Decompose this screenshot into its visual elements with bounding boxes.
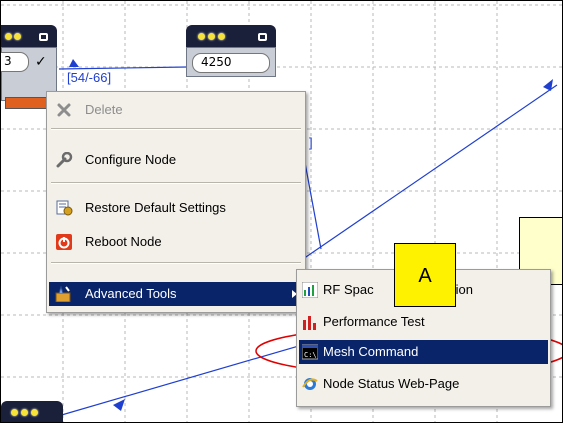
node-right[interactable]: 4250 <box>186 25 276 77</box>
menu-item-label: Restore Default Settings <box>85 200 226 215</box>
status-led-icon <box>5 33 12 40</box>
link-label-left: [54/-66] <box>67 70 112 85</box>
menu-item-label: Mesh Command <box>323 344 419 359</box>
menu-item-label: Node Status Web-Page <box>323 376 460 391</box>
node-context-menu: Delete Configure Node Restore Default Se… <box>46 91 306 313</box>
network-map-canvas[interactable]: 3 ✓ 4250 [54/-66] ] Delete Configure Nod… <box>0 0 563 423</box>
status-led-icon <box>208 33 215 40</box>
rf-chart-icon <box>302 282 318 298</box>
menu-separator <box>51 262 301 264</box>
node-left-status-strip <box>5 97 51 109</box>
ie-browser-icon <box>302 378 318 390</box>
menu-item-label: Advanced Tools <box>85 286 177 301</box>
status-led-icon <box>198 33 205 40</box>
menu-separator <box>51 182 301 184</box>
delete-x-icon <box>57 103 71 117</box>
submenu-item-mesh-command[interactable]: C:\ Mesh Command <box>299 340 548 364</box>
submenu-item-node-status-web-page[interactable]: Node Status Web-Page <box>299 372 548 396</box>
submenu-item-performance-test[interactable]: Performance Test <box>299 310 548 334</box>
node-left-header <box>1 25 57 47</box>
node-left-field[interactable]: 3 <box>1 52 29 72</box>
node-right-header <box>186 25 276 47</box>
menu-item-label: Delete <box>85 102 123 117</box>
menu-item-label: Performance Test <box>323 314 425 329</box>
performance-bars-icon <box>303 316 316 330</box>
wrench-icon <box>56 152 73 168</box>
menu-item-label: Configure Node <box>85 152 177 167</box>
callout-label-a: A <box>394 243 456 307</box>
menu-item-label: RF Spac <box>323 282 374 297</box>
status-led-icon <box>31 409 38 416</box>
status-led-icon <box>14 33 21 40</box>
node-bottom-left[interactable] <box>1 401 63 422</box>
check-icon: ✓ <box>35 54 47 70</box>
status-led-icon <box>11 409 18 416</box>
command-prompt-icon: C:\ <box>302 344 318 360</box>
menu-separator <box>51 128 301 130</box>
link-arrow-bottom <box>113 399 125 411</box>
link-arrow-left <box>69 59 79 67</box>
node-right-field[interactable]: 4250 <box>192 53 270 73</box>
window-square-icon <box>258 33 267 41</box>
menu-item-restore-defaults[interactable]: Restore Default Settings <box>49 196 303 220</box>
menu-item-configure-node[interactable]: Configure Node <box>49 148 303 172</box>
menu-item-label: Reboot Node <box>85 234 162 249</box>
reboot-power-icon <box>56 234 72 250</box>
advanced-tools-icon <box>55 286 71 302</box>
menu-item-reboot-node[interactable]: Reboot Node <box>49 230 303 254</box>
link-label-mid: ] <box>309 135 313 150</box>
restore-settings-icon <box>56 200 73 216</box>
svg-text:C:\: C:\ <box>304 351 317 359</box>
status-led-icon <box>21 409 28 416</box>
menu-item-delete[interactable]: Delete <box>49 98 303 122</box>
status-led-icon <box>218 33 225 40</box>
menu-item-advanced-tools[interactable]: Advanced Tools <box>49 282 303 306</box>
window-square-icon <box>39 33 48 41</box>
node-bottom-left-header <box>1 401 63 422</box>
